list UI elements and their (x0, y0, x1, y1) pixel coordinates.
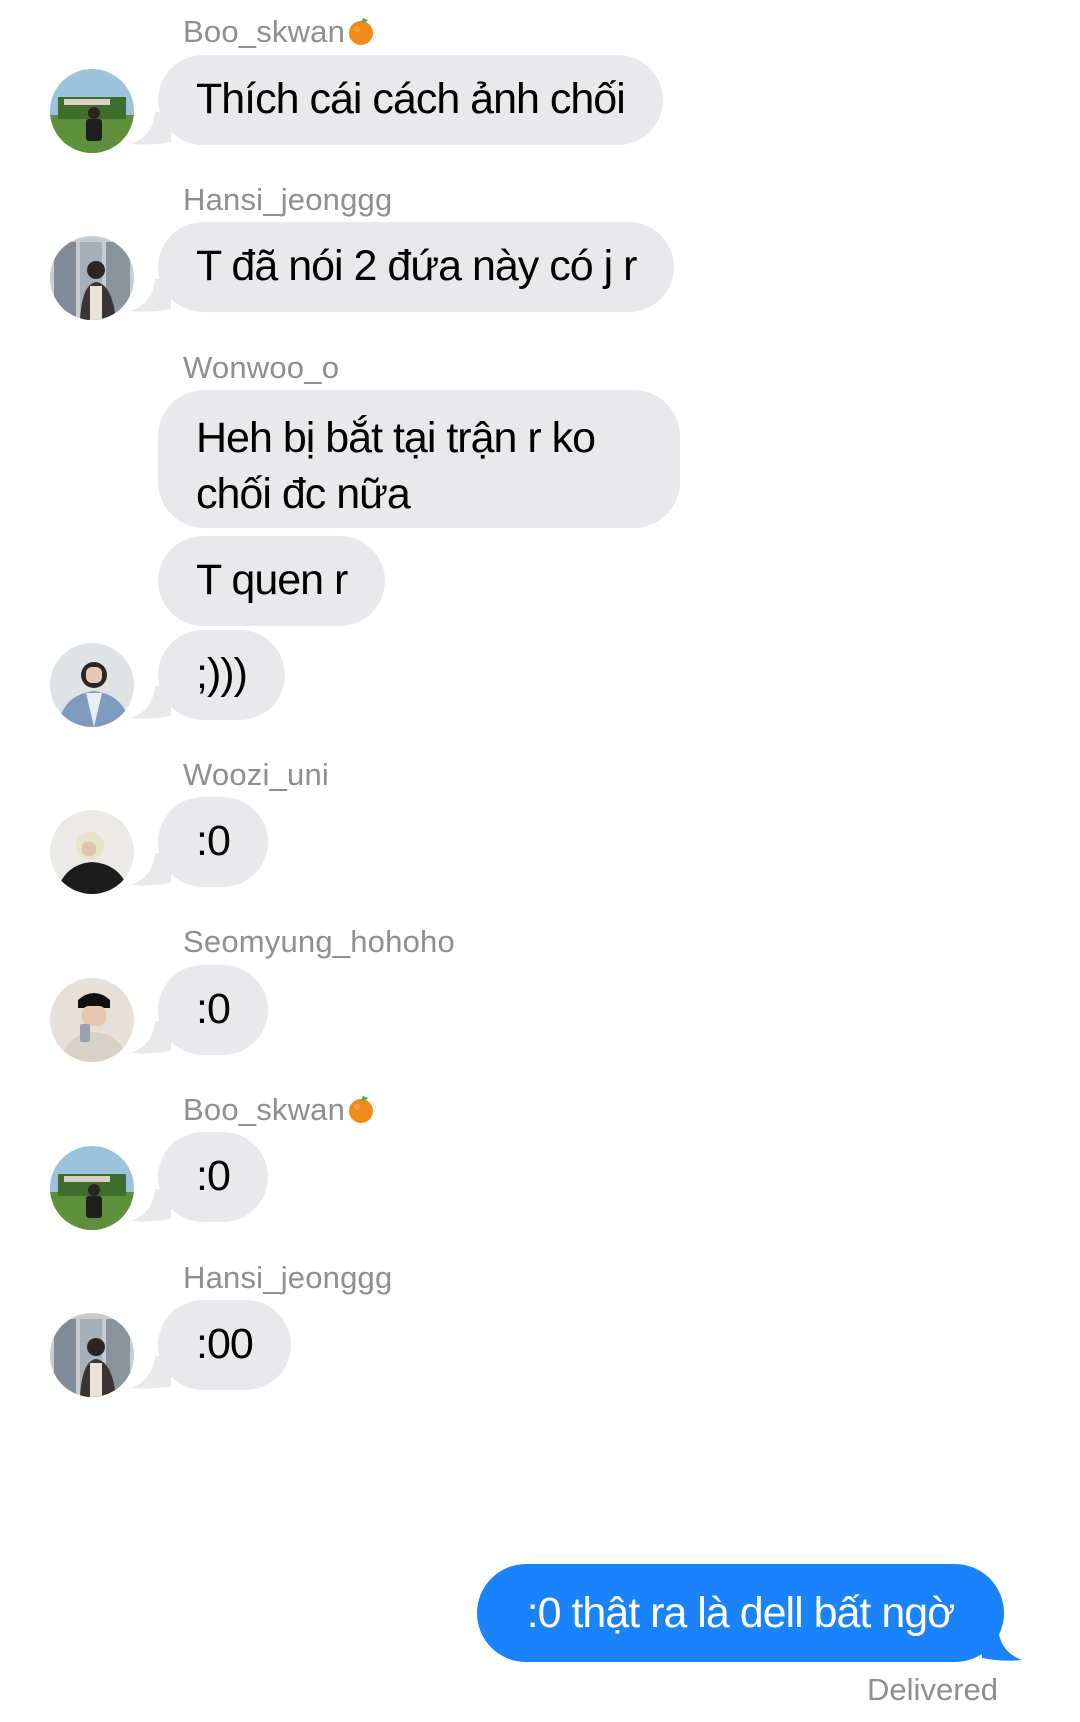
delivery-status: Delivered (867, 1672, 998, 1707)
sender-name: Seomyung_hohoho (183, 924, 455, 959)
avatar-boo-skwan[interactable] (50, 69, 134, 153)
sender-name: Boo_skwan (183, 1092, 376, 1128)
outgoing-message-bubble[interactable]: :0 thật ra là dell bất ngờ (477, 1564, 1004, 1662)
message-bubble[interactable]: :0 (158, 797, 268, 887)
message-bubble[interactable]: ;))) (158, 630, 285, 720)
avatar-hansi-jeonggg[interactable] (50, 1313, 134, 1397)
message-bubble[interactable]: T quen r (158, 536, 386, 626)
avatar-hansi-jeonggg[interactable] (50, 236, 134, 320)
message-bubble[interactable]: T đã nói 2 đứa này có j r (158, 222, 675, 312)
message-bubble[interactable]: Thích cái cách ảnh chối (158, 55, 663, 145)
sender-name: Boo_skwan (183, 14, 376, 50)
message-bubble[interactable]: :0 (158, 1132, 268, 1222)
tangerine-emoji-icon (346, 16, 376, 46)
avatar-boo-skwan[interactable] (50, 1146, 134, 1230)
sender-name: Wonwoo_o (183, 350, 340, 385)
tangerine-emoji-icon (346, 1094, 376, 1124)
sender-name: Hansi_jeonggg (183, 1260, 393, 1295)
avatar-wonwoo-o[interactable] (50, 643, 134, 727)
sender-name: Woozi_uni (183, 757, 329, 792)
avatar-seomyung-hohoho[interactable] (50, 978, 134, 1062)
message-bubble[interactable]: :0 (158, 965, 268, 1055)
avatar-woozi-uni[interactable] (50, 810, 134, 894)
sender-name: Hansi_jeonggg (183, 182, 393, 217)
message-bubble[interactable]: :00 (158, 1300, 291, 1390)
message-bubble[interactable]: Heh bị bắt tại trận r ko chối đc nữa (158, 390, 680, 528)
